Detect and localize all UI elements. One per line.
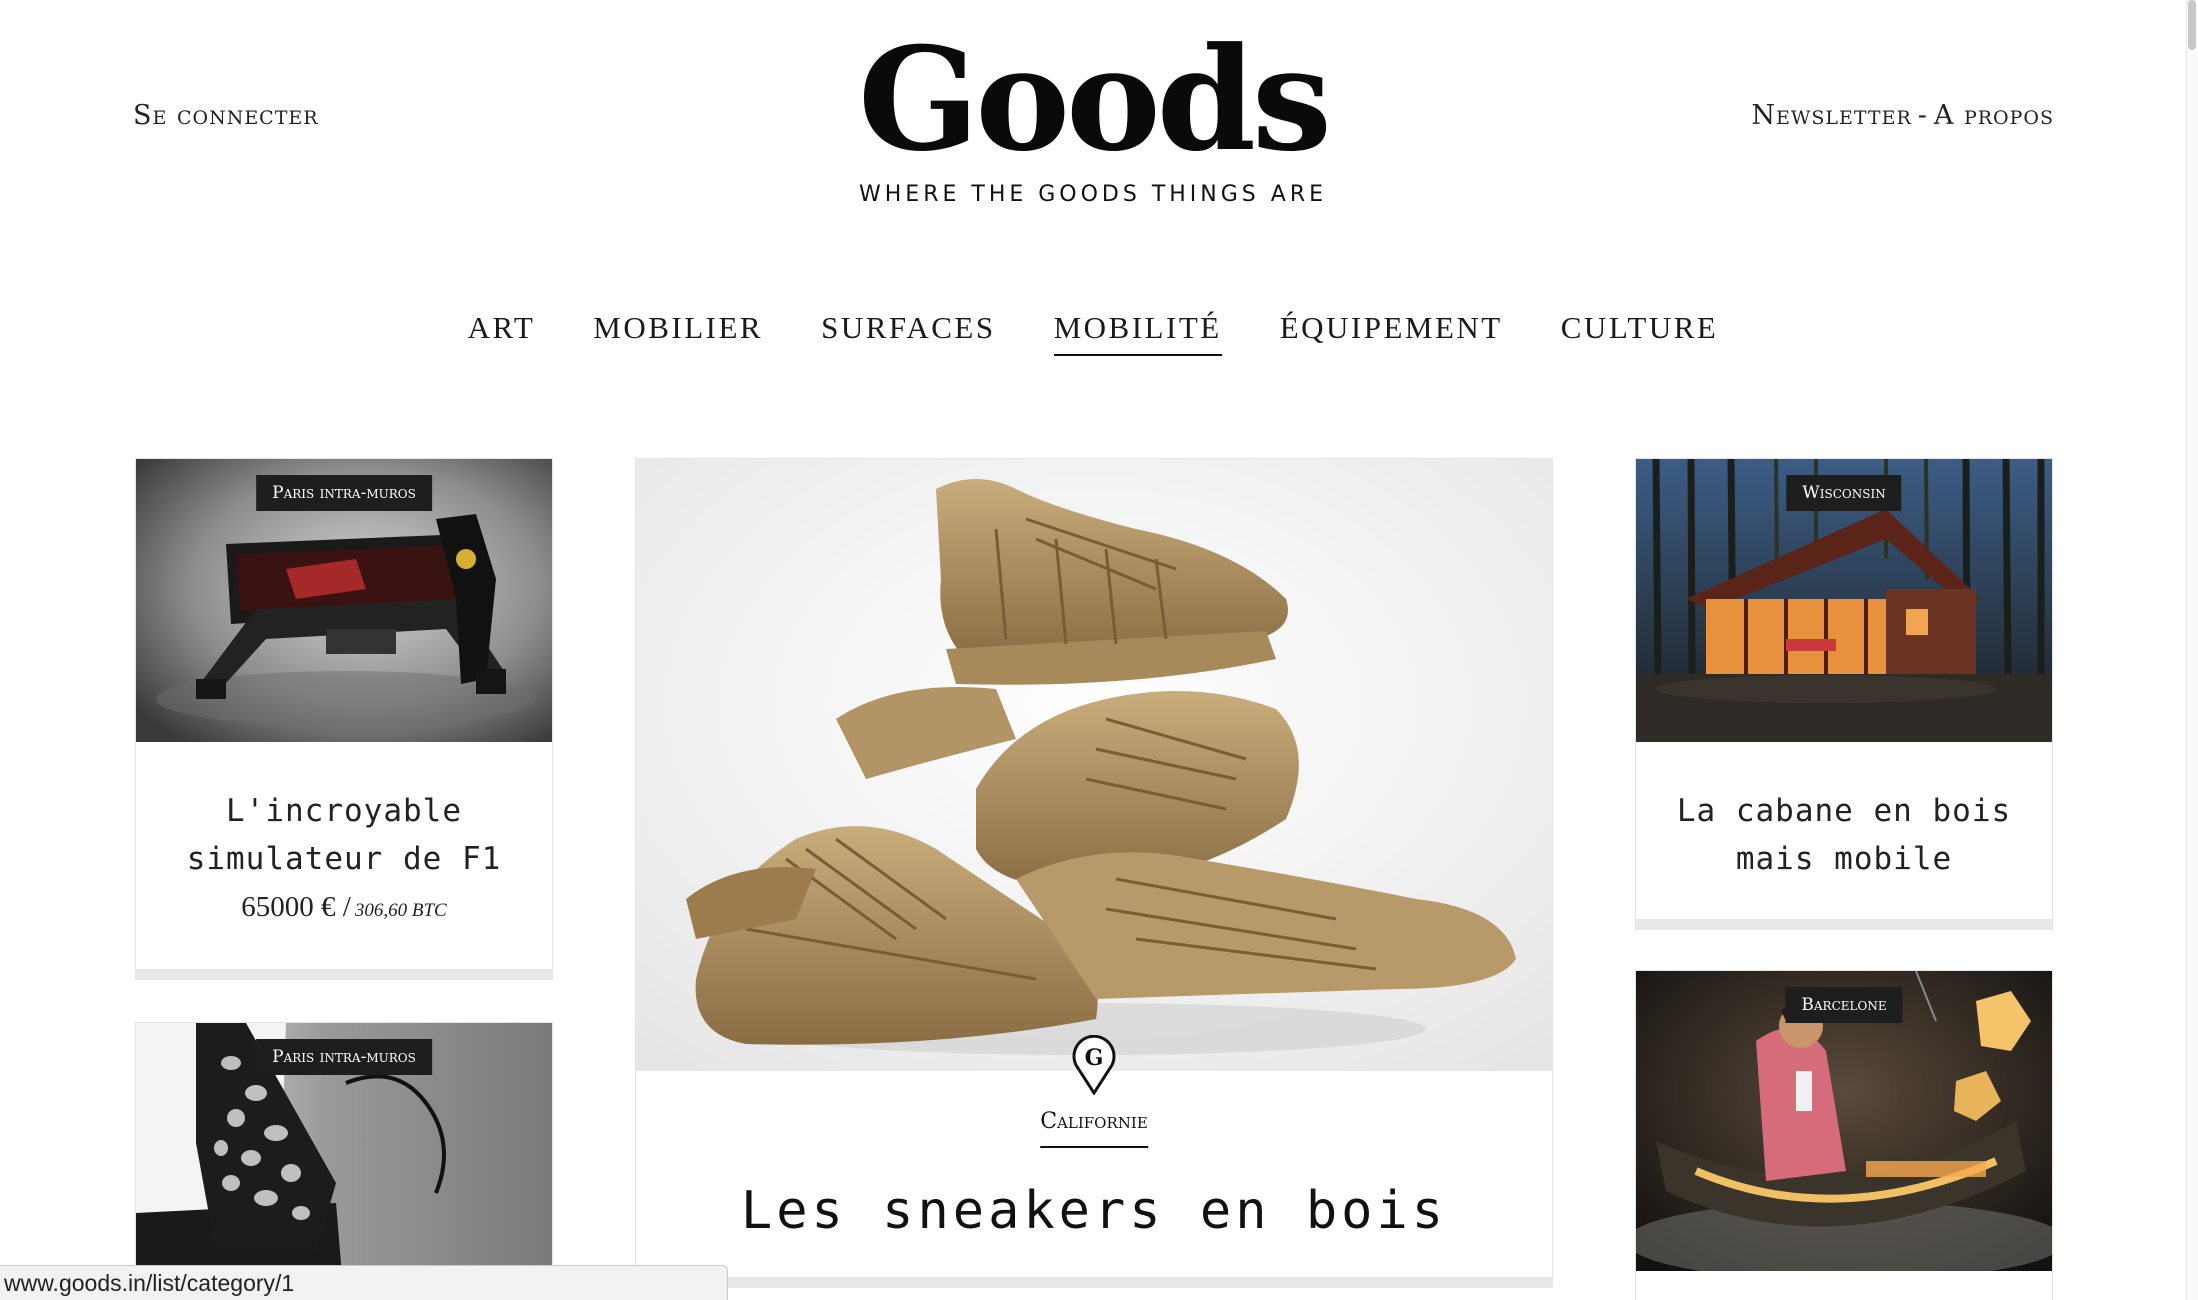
card-title-line: mais mobile [1735, 841, 1953, 877]
svg-text:G: G [1085, 1045, 1104, 1071]
card-title-line: simulateur de F1 [186, 841, 502, 877]
product-card-cabin[interactable]: Wisconsin La cabane en bois mais mobile [1635, 458, 2053, 920]
card-title-line: L'incroyable [226, 793, 462, 829]
nav-item-art[interactable]: ART [468, 310, 536, 356]
card-title[interactable]: La cabane en bois mais mobile [1636, 787, 2052, 883]
sneakers-image[interactable] [636, 459, 1552, 1071]
location-label: Californie [1040, 1109, 1148, 1148]
site-tagline: WHERE THE GOODS THINGS ARE [859, 182, 1327, 207]
product-card-f1-simulator[interactable]: Paris intra-muros L'incroyable simulateu… [135, 458, 553, 970]
product-card-barcelone[interactable]: Barcelone [1635, 970, 2053, 1300]
location-badge: Paris intra-muros [256, 475, 432, 511]
price-btc: 306,60 BTC [354, 900, 447, 921]
product-card-glove[interactable]: Paris intra-muros [135, 1022, 553, 1300]
category-nav: ART MOBILIER SURFACES MOBILITÉ ÉQUIPEMEN… [0, 310, 2186, 356]
location-badge: Barcelone [1785, 987, 1903, 1023]
scrollbar-thumb[interactable] [2188, 0, 2196, 50]
nav-item-surfaces[interactable]: SURFACES [821, 310, 996, 356]
status-bar-url: www.goods.in/list/category/1 [0, 1265, 728, 1300]
price-eur: 65000 € / [241, 891, 351, 923]
card-title[interactable]: L'incroyable simulateur de F1 [136, 787, 552, 883]
location-badge: Wisconsin [1786, 475, 1902, 511]
card-price: 65000 € /306,60 BTC [136, 891, 552, 924]
featured-title[interactable]: Les sneakers en bois [636, 1181, 1552, 1241]
nav-item-mobilite[interactable]: MOBILITÉ [1053, 310, 1222, 356]
site-logo[interactable]: Goods [0, 22, 2186, 178]
nav-item-mobilier[interactable]: MOBILIER [593, 310, 763, 356]
page-scrollbar[interactable] [2186, 0, 2198, 1300]
featured-card-sneakers[interactable]: G Californie Les sneakers en bois [635, 458, 1553, 1278]
location-badge: Paris intra-muros [256, 1039, 432, 1075]
nav-item-culture[interactable]: CULTURE [1561, 310, 1719, 356]
map-pin-icon: G [1072, 1035, 1116, 1095]
card-title-line: La cabane en bois [1676, 793, 2012, 829]
nav-item-equipement[interactable]: ÉQUIPEMENT [1280, 310, 1503, 356]
